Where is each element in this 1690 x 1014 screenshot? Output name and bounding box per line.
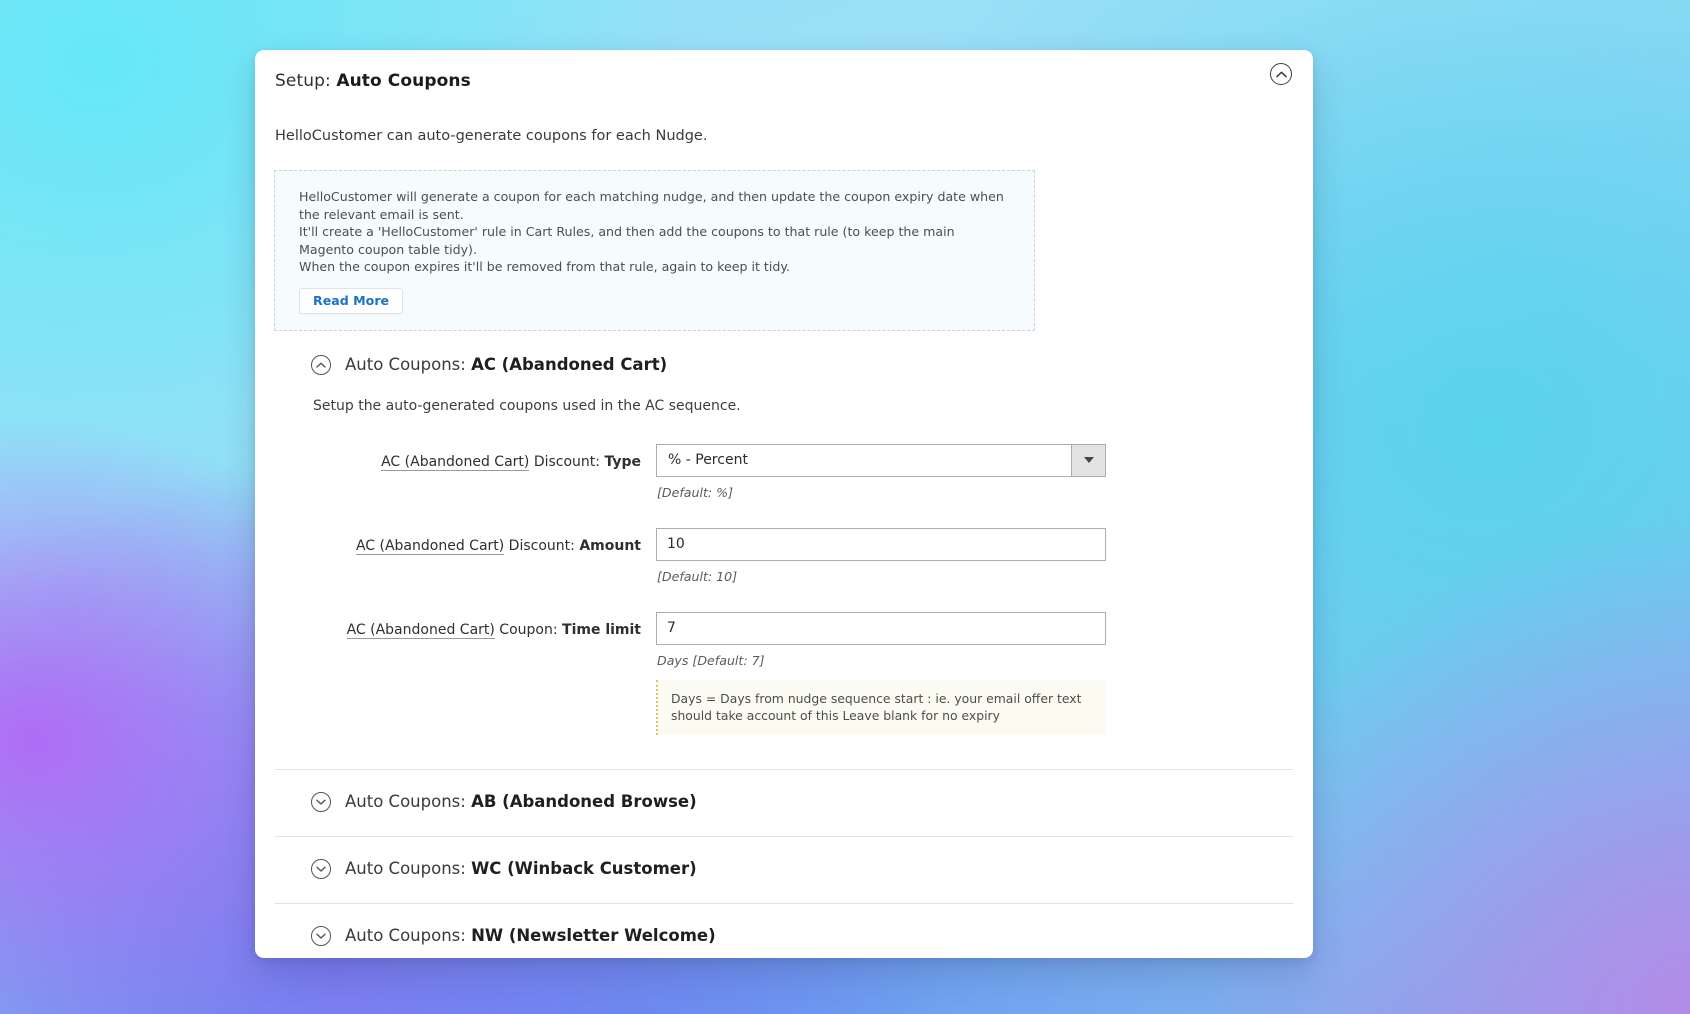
label-discount-amount: AC (Abandoned Cart) Discount: Amount (311, 528, 656, 555)
label-strong: Type (604, 453, 641, 470)
read-more-button[interactable]: Read More (299, 287, 404, 314)
section-nw: Auto Coupons: NW (Newsletter Welcome) (275, 904, 1293, 959)
chevron-up-circle-icon[interactable] (1270, 63, 1292, 85)
label-mid: Discount: (504, 537, 580, 554)
label-abbr: AC (Abandoned Cart) (381, 453, 530, 471)
time-limit-input[interactable] (656, 611, 1106, 645)
chevron-up-circle-icon (311, 354, 331, 375)
field-col-discount-amount: [Default: 10] (656, 527, 1108, 584)
label-strong: Amount (579, 537, 641, 554)
note-time-limit: Days = Days from nudge sequence start : … (656, 679, 1106, 735)
section-title-prefix: Auto Coupons: (345, 355, 472, 374)
section-header-ab[interactable]: Auto Coupons: AB (Abandoned Browse) (275, 770, 1293, 814)
section-title-wc: Auto Coupons: WC (Winback Customer) (345, 859, 697, 878)
callout-line-3: When the coupon expires it'll be removed… (299, 259, 791, 274)
section-wc: Auto Coupons: WC (Winback Customer) (275, 837, 1293, 903)
label-mid: Discount: (529, 453, 605, 470)
section-title-ac: Auto Coupons: AC (Abandoned Cart) (345, 355, 667, 374)
section-title-strong: AB (Abandoned Browse) (471, 792, 697, 811)
discount-type-select[interactable]: % - Percent (656, 443, 1106, 477)
chevron-down-circle-icon (311, 791, 331, 812)
section-header-wc[interactable]: Auto Coupons: WC (Winback Customer) (275, 837, 1293, 881)
section-header-ac[interactable]: Auto Coupons: AC (Abandoned Cart) (275, 331, 1293, 377)
hint-discount-amount: [Default: 10] (657, 568, 738, 584)
section-title-nw: Auto Coupons: NW (Newsletter Welcome) (345, 926, 716, 945)
section-title-prefix: Auto Coupons: (345, 792, 472, 811)
chevron-down-circle-icon (311, 925, 331, 946)
page-title-prefix: Setup: (275, 71, 337, 91)
label-discount-type: AC (Abandoned Cart) Discount: Type (311, 444, 656, 471)
section-description: Setup the auto-generated coupons used in… (313, 397, 741, 414)
intro-text: HelloCustomer can auto-generate coupons … (275, 128, 708, 144)
section-title-strong: WC (Winback Customer) (471, 859, 697, 878)
callout-line-1: HelloCustomer will generate a coupon for… (299, 189, 1004, 222)
label-abbr: AC (Abandoned Cart) (346, 621, 495, 639)
discount-amount-input[interactable] (656, 527, 1106, 561)
field-row-discount-amount: AC (Abandoned Cart) Discount: Amount [De… (311, 527, 1293, 584)
label-mid: Coupon: (494, 621, 563, 638)
callout-line-2: It'll create a 'HelloCustomer' rule in C… (299, 224, 955, 257)
info-callout: HelloCustomer will generate a coupon for… (274, 170, 1035, 331)
section-title-strong: AC (Abandoned Cart) (471, 355, 668, 374)
section-ab: Auto Coupons: AB (Abandoned Browse) (275, 770, 1293, 836)
section-title-strong: NW (Newsletter Welcome) (471, 926, 716, 945)
field-row-time-limit: AC (Abandoned Cart) Coupon: Time limit D… (311, 611, 1293, 735)
auto-coupons-card: Setup: Auto Coupons HelloCustomer can au… (255, 50, 1313, 958)
section-title-prefix: Auto Coupons: (345, 926, 472, 945)
chevron-down-icon[interactable] (1071, 444, 1105, 476)
label-strong: Time limit (562, 621, 641, 638)
sections-list: Auto Coupons: AC (Abandoned Cart) Setup … (255, 331, 1313, 959)
page-title: Setup: Auto Coupons (275, 68, 1287, 94)
section-ac: Auto Coupons: AC (Abandoned Cart) Setup … (275, 331, 1293, 769)
field-col-discount-type: % - Percent [Default: %] (656, 443, 1108, 500)
label-time-limit: AC (Abandoned Cart) Coupon: Time limit (311, 612, 656, 639)
discount-type-value: % - Percent (668, 452, 748, 468)
chevron-down-circle-icon (311, 858, 331, 879)
hint-discount-type: [Default: %] (657, 484, 734, 500)
section-title-prefix: Auto Coupons: (345, 859, 472, 878)
section-body-ac: Setup the auto-generated coupons used in… (275, 377, 1293, 769)
page-title-strong: Auto Coupons (336, 71, 471, 91)
hint-time-limit: Days [Default: 7] (657, 652, 765, 668)
card-header: Setup: Auto Coupons (255, 50, 1313, 106)
field-col-time-limit: Days [Default: 7] Days = Days from nudge… (656, 611, 1108, 735)
field-row-discount-type: AC (Abandoned Cart) Discount: Type % - P… (311, 443, 1293, 500)
section-header-nw[interactable]: Auto Coupons: NW (Newsletter Welcome) (275, 904, 1293, 948)
label-abbr: AC (Abandoned Cart) (355, 537, 505, 555)
section-title-ab: Auto Coupons: AB (Abandoned Browse) (345, 792, 697, 811)
